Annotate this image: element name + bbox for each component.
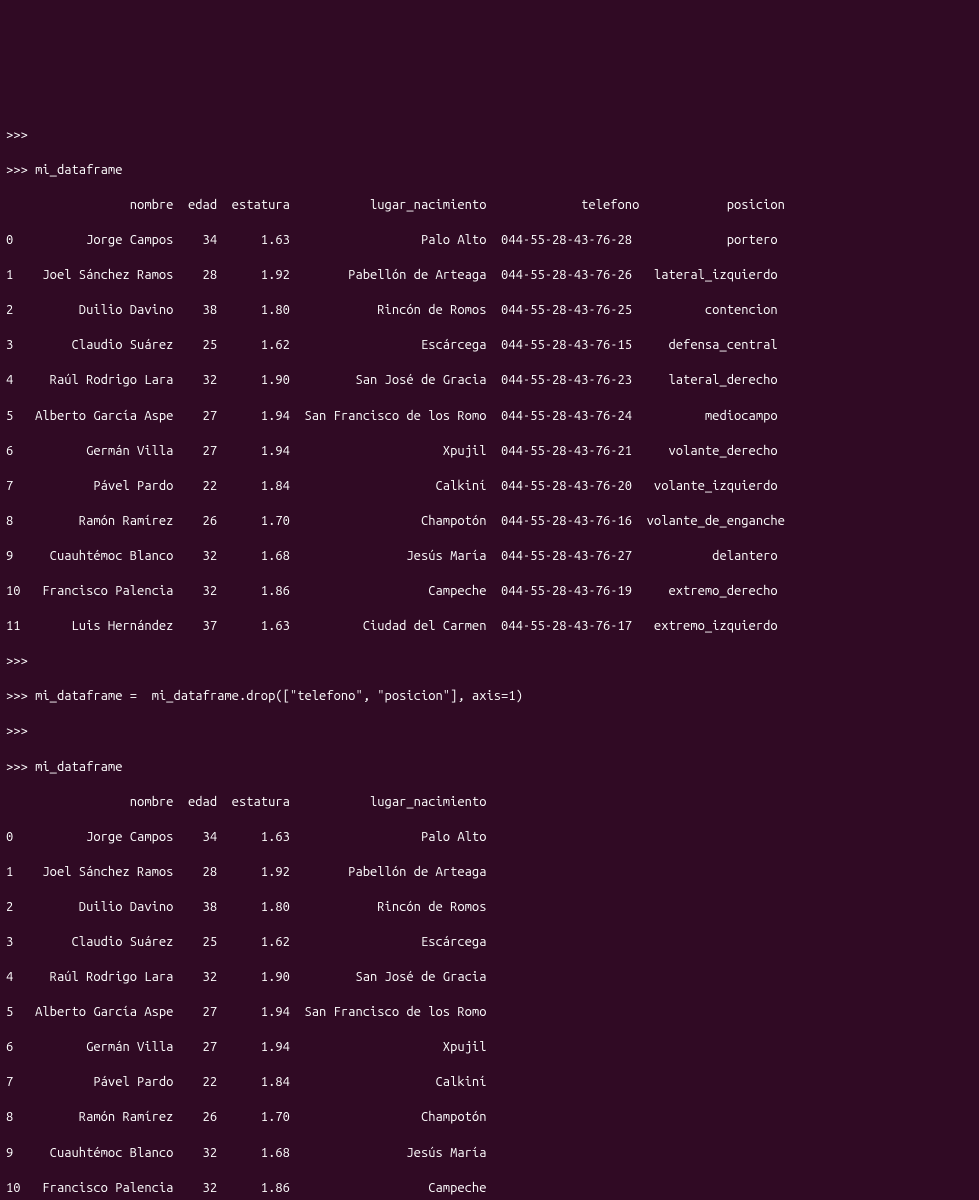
table-row: 10 Francisco Palencia 32 1.86 Campeche 0… (6, 583, 973, 601)
table-row: 2 Duilio Davino 38 1.80 Rincón de Romos … (6, 302, 973, 320)
python-prompt: >>> (6, 723, 973, 741)
table-row: 4 Raúl Rodrigo Lara 32 1.90 San José de … (6, 969, 973, 987)
table-row: 1 Joel Sánchez Ramos 28 1.92 Pabellón de… (6, 267, 973, 285)
table-row: 0 Jorge Campos 34 1.63 Palo Alto (6, 829, 973, 847)
table-row: 11 Luis Hernández 37 1.63 Ciudad del Car… (6, 618, 973, 636)
table-header: nombre edad estatura lugar_nacimiento (6, 794, 973, 812)
python-command: >>> mi_dataframe = mi_dataframe.drop(["t… (6, 688, 973, 706)
truncated-output-line (6, 92, 973, 110)
python-prompt: >>> (6, 127, 973, 145)
table-row: 8 Ramón Ramírez 26 1.70 Champotón (6, 1109, 973, 1127)
python-command: >>> mi_dataframe (6, 759, 973, 777)
table-row: 9 Cuauhtémoc Blanco 32 1.68 Jesús María (6, 1145, 973, 1163)
table-row: 9 Cuauhtémoc Blanco 32 1.68 Jesús María … (6, 548, 973, 566)
python-prompt: >>> (6, 653, 973, 671)
table-header: nombre edad estatura lugar_nacimiento te… (6, 197, 973, 215)
table-row: 1 Joel Sánchez Ramos 28 1.92 Pabellón de… (6, 864, 973, 882)
table-row: 5 Alberto García Aspe 27 1.94 San Franci… (6, 1004, 973, 1022)
terminal-output[interactable]: >>> >>> mi_dataframe nombre edad estatur… (6, 74, 973, 1200)
table-row: 7 Pável Pardo 22 1.84 Calkiní 044-55-28-… (6, 478, 973, 496)
table-row: 7 Pável Pardo 22 1.84 Calkiní (6, 1074, 973, 1092)
table-row: 3 Claudio Suárez 25 1.62 Escárcega (6, 934, 973, 952)
table-row: 8 Ramón Ramírez 26 1.70 Champotón 044-55… (6, 513, 973, 531)
table-row: 3 Claudio Suárez 25 1.62 Escárcega 044-5… (6, 337, 973, 355)
table-row: 0 Jorge Campos 34 1.63 Palo Alto 044-55-… (6, 232, 973, 250)
table-row: 10 Francisco Palencia 32 1.86 Campeche (6, 1180, 973, 1198)
table-row: 4 Raúl Rodrigo Lara 32 1.90 San José de … (6, 372, 973, 390)
python-command: >>> mi_dataframe (6, 162, 973, 180)
table-row: 6 Germán Villa 27 1.94 Xpujil 044-55-28-… (6, 443, 973, 461)
table-row: 5 Alberto García Aspe 27 1.94 San Franci… (6, 408, 973, 426)
table-row: 6 Germán Villa 27 1.94 Xpujil (6, 1039, 973, 1057)
table-row: 2 Duilio Davino 38 1.80 Rincón de Romos (6, 899, 973, 917)
